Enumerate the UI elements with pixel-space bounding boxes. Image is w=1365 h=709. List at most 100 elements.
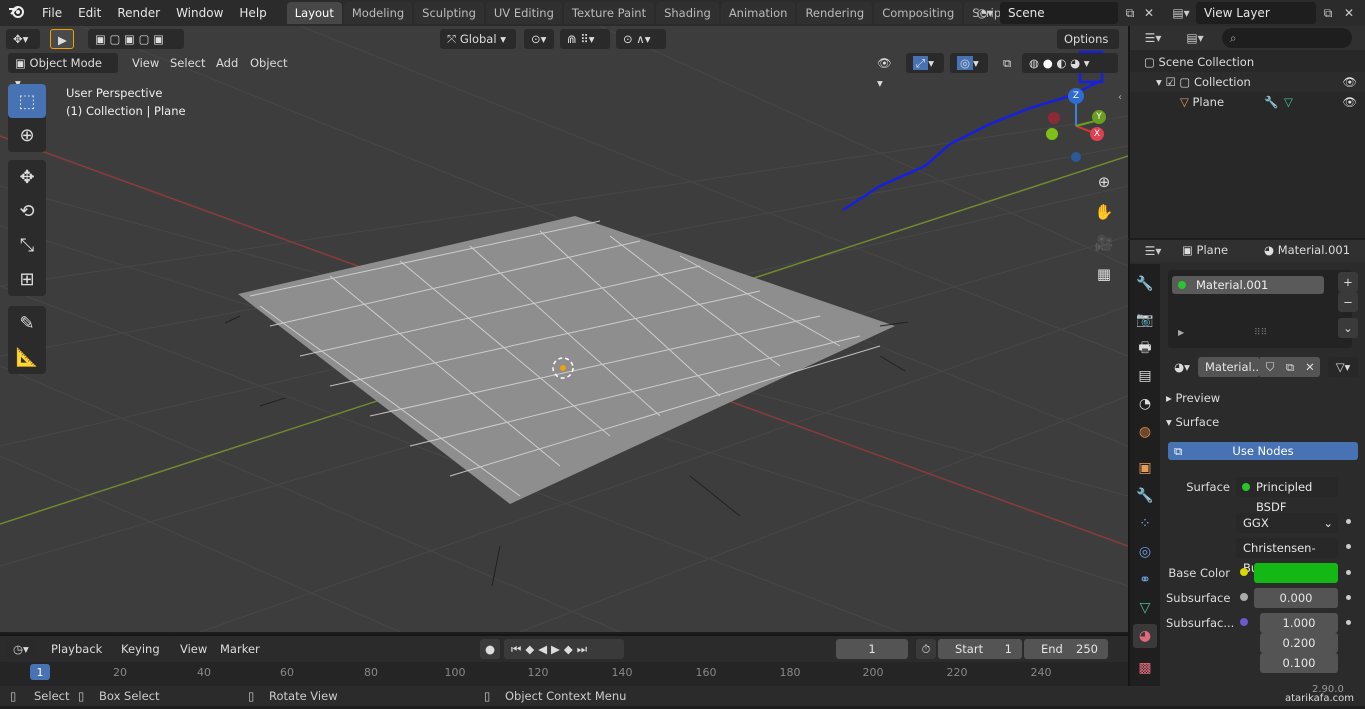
scene-tab-icon[interactable]: ◔ — [1133, 392, 1157, 416]
timeline-menu-playback[interactable]: Playback ▾ — [44, 639, 112, 676]
subsurface-method-select[interactable]: Christensen-Bu...⌄ — [1236, 538, 1338, 575]
current-frame-field[interactable]: 1 — [836, 639, 908, 659]
transform-icon[interactable]: ⊞ — [8, 262, 46, 296]
record-icon[interactable]: ● — [480, 639, 500, 659]
stopwatch-icon[interactable]: ⏱ — [916, 639, 936, 659]
timeline-menu-marker[interactable]: Marker — [214, 639, 266, 659]
scene-field[interactable]: Scene — [1000, 2, 1118, 24]
object-mode-select[interactable]: ▣ Object Mode ▾ — [8, 53, 118, 90]
gizmo-z[interactable]: Z — [1068, 88, 1084, 104]
keyframe-dot-icon[interactable] — [1346, 544, 1351, 549]
transform-orientation-select[interactable]: ⤧ Global ▾ — [440, 29, 516, 49]
outliner-editor-icon[interactable]: ☰▾ — [1138, 27, 1168, 49]
start-frame-field[interactable]: Start 1 — [938, 639, 1022, 659]
playback-controls[interactable]: ⏮◆◀▶◆⏭ — [504, 639, 624, 659]
timeline-editor-icon[interactable]: ◷▾ — [6, 639, 38, 659]
camera-icon[interactable]: 🎥 — [1090, 229, 1118, 257]
physics-tab-icon[interactable]: ◎ — [1133, 540, 1157, 564]
subsurface-radius-y[interactable]: 0.200 — [1260, 633, 1338, 653]
surface-shader-field[interactable]: Principled BSDF — [1236, 477, 1338, 514]
grid-icon[interactable]: ▦ — [1090, 260, 1118, 288]
outliner-row-collection[interactable]: ▾ ☑ ▢ Collection 👁 — [1130, 72, 1365, 92]
outliner-search[interactable]: ⌕ — [1222, 28, 1352, 48]
eye-icon[interactable]: 👁 — [1342, 72, 1357, 92]
shading-mode-icons[interactable]: ◍ ● ◐ ◕ ▾ — [1022, 53, 1118, 73]
world-tab-icon[interactable]: ◍ — [1133, 420, 1157, 444]
pivot-icon[interactable]: ⊙▾ — [524, 29, 554, 49]
blender-logo-icon[interactable] — [0, 3, 34, 23]
sidebar-toggle-icon[interactable]: ‹ — [1118, 92, 1122, 103]
keyframe-dot-icon[interactable] — [1346, 620, 1351, 625]
material-slot[interactable]: Material.001 — [1172, 276, 1324, 294]
new-view-layer-icon[interactable]: ⧉ — [1318, 2, 1338, 24]
menu-edit[interactable]: Edit — [70, 0, 109, 26]
texture-tab-icon[interactable]: ▩ — [1133, 656, 1157, 680]
gizmo-x[interactable]: X — [1090, 127, 1104, 141]
data-tab-icon[interactable]: ▽ — [1133, 596, 1157, 620]
gizmo-y[interactable]: Y — [1092, 110, 1106, 124]
tab-sculpting[interactable]: Sculpting — [414, 2, 484, 24]
menu-window[interactable]: Window — [168, 0, 231, 26]
viewport-menu-object[interactable]: Object — [244, 53, 293, 73]
duplicate-material-icon[interactable]: ⧉ — [1280, 357, 1300, 377]
add-slot-icon[interactable]: + — [1338, 272, 1358, 292]
tool-tab-icon[interactable]: 🔧 — [1133, 272, 1157, 296]
tab-texture-paint[interactable]: Texture Paint — [563, 2, 655, 24]
gizmo-toggle-icon[interactable]: ⤢ ▾ — [906, 53, 944, 73]
options-dropdown[interactable]: Options ▾ — [1057, 29, 1119, 66]
value-socket-icon[interactable] — [1240, 593, 1248, 601]
render-tab-icon[interactable]: 📷 — [1133, 308, 1157, 332]
particles-tab-icon[interactable]: ⁘ — [1133, 512, 1157, 536]
unlink-material-icon[interactable]: ✕ — [1300, 357, 1320, 377]
move-icon[interactable]: ✥ — [8, 160, 46, 194]
subsurface-radius-z[interactable]: 0.100 — [1260, 653, 1338, 673]
viewport-menu-add[interactable]: Add — [210, 53, 244, 73]
visibility-icon[interactable]: 👁▾ — [870, 53, 900, 90]
color-socket-icon[interactable] — [1240, 568, 1248, 576]
overlay-toggle-icon[interactable]: ◎ ▾ — [950, 53, 988, 73]
material-datablock-field[interactable]: Material... — [1198, 357, 1263, 377]
subsurface-value-field[interactable]: 0.000 — [1254, 588, 1338, 608]
new-scene-icon[interactable]: ⧉ — [1120, 2, 1140, 24]
cursor-icon[interactable]: ⊕ — [8, 118, 46, 152]
material-tab-icon[interactable]: ◕ — [1133, 624, 1157, 648]
material-browse-icon[interactable]: ◕▾ — [1168, 357, 1196, 377]
view-layer-tab-icon[interactable]: ▤ — [1133, 364, 1157, 388]
remove-slot-icon[interactable]: − — [1338, 292, 1358, 312]
keyframe-dot-icon[interactable] — [1346, 595, 1351, 600]
subsurface-radius-x[interactable]: 1.000 — [1260, 613, 1338, 633]
tab-layout[interactable]: Layout — [286, 2, 342, 24]
select-box-icon[interactable]: ⬚ — [8, 84, 46, 118]
tab-animation[interactable]: Animation — [720, 2, 796, 24]
selection-mode-icons[interactable]: ▣ ▢ ▣ ▢ ▣ — [88, 29, 184, 49]
preview-panel-header[interactable]: ▸ Preview — [1166, 388, 1361, 408]
link-dropdown-icon[interactable]: ▽▾ — [1328, 357, 1358, 377]
fake-user-icon[interactable]: ⛉ — [1260, 357, 1280, 377]
scale-icon[interactable]: ⤡ — [8, 228, 46, 262]
list-expand-icon[interactable]: ▶ — [1178, 328, 1184, 337]
rotate-icon[interactable]: ⟲ — [8, 194, 46, 228]
tab-rendering[interactable]: Rendering — [797, 2, 873, 24]
eye-icon-plane[interactable]: 👁 — [1342, 92, 1357, 112]
object-tab-icon[interactable]: ▣ — [1133, 456, 1157, 480]
constraints-tab-icon[interactable]: ⚭ — [1133, 568, 1157, 592]
surface-panel-header[interactable]: ▾ Surface — [1166, 412, 1361, 432]
keyframe-dot-icon[interactable] — [1346, 570, 1351, 575]
view-layer-icon[interactable]: ▤▾ — [1166, 2, 1196, 24]
frame-ruler[interactable]: 1 20 40 60 80 100 120 140 160 180 200 22… — [0, 662, 1128, 686]
zoom-icon[interactable]: ⊕ — [1090, 168, 1118, 196]
viewport-menu-select[interactable]: Select — [164, 53, 211, 73]
scene-icon[interactable]: ◔▾ — [970, 2, 1000, 24]
timeline-menu-view[interactable]: View — [174, 639, 213, 659]
xray-icon[interactable]: ⧉ — [996, 53, 1018, 73]
snap-icon[interactable]: ⋒ ⠿▾ — [560, 29, 610, 49]
pan-hand-icon[interactable]: ✋ — [1090, 198, 1118, 226]
base-color-swatch[interactable] — [1254, 563, 1338, 583]
slot-specials-icon[interactable]: ⌄ — [1338, 318, 1358, 338]
list-resize-handle[interactable]: ⠿⠿ — [1254, 328, 1267, 338]
menu-file[interactable]: File — [34, 0, 70, 26]
tab-compositing[interactable]: Compositing — [874, 2, 963, 24]
delete-scene-icon[interactable]: ✕ — [1140, 2, 1158, 24]
tab-modeling[interactable]: Modeling — [343, 2, 413, 24]
menu-help[interactable]: Help — [231, 0, 274, 26]
